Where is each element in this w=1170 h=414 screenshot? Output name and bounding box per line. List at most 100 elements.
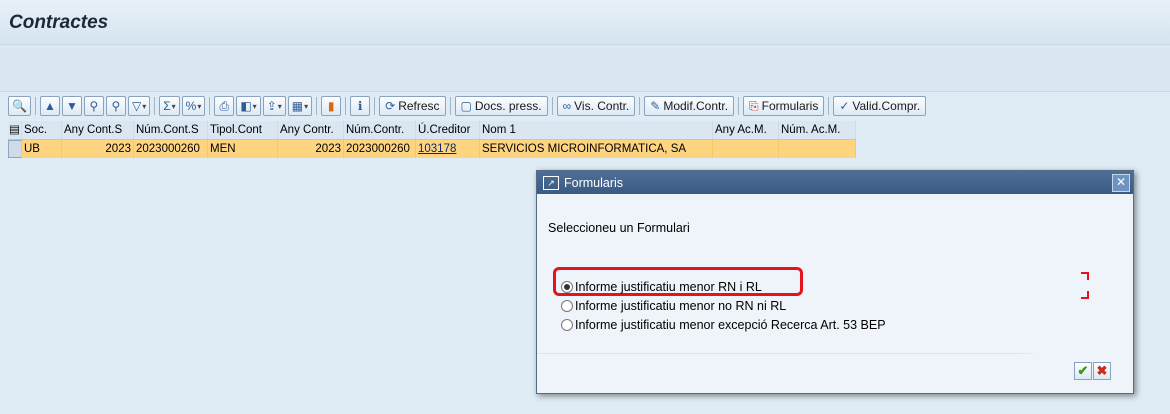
highlight-corner-marker — [1081, 291, 1089, 299]
toolbar-separator — [209, 97, 211, 115]
find-next-button[interactable]: ⚲ — [105, 96, 126, 116]
sort-asc-icon: ▲ — [44, 99, 56, 113]
option-label: Informe justificatiu menor no RN ni RL — [575, 298, 787, 313]
toolbar-separator — [374, 97, 376, 115]
toolbar-separator — [449, 97, 451, 115]
table-cell: 2023000260 — [344, 140, 416, 158]
select-all-icon[interactable]: ▤ — [8, 121, 22, 139]
sort-descending-button[interactable]: ▼ — [61, 96, 82, 116]
pencil-icon: ✎ — [650, 99, 661, 113]
refresh-label: Refresc — [398, 99, 440, 113]
info-button[interactable]: ℹ — [350, 96, 371, 116]
vis-contr-button[interactable]: ∞ Vis. Contr. — [556, 96, 636, 116]
cross-icon: ✖ — [1096, 363, 1108, 378]
form-options: Informe justificatiu menor RN i RL Infor… — [561, 277, 886, 334]
layout-button[interactable]: ▦ — [287, 96, 313, 116]
command-band — [0, 44, 1170, 92]
formularis-button[interactable]: ⎘ Formularis — [743, 96, 825, 116]
check-icon: ✔ — [1077, 363, 1089, 378]
document-icon: ▢ — [460, 99, 472, 113]
column-header[interactable]: Núm. Ac.M. — [779, 121, 856, 139]
grid-header: ▤ Soc. Any Cont.S Núm.Cont.S Tipol.Cont … — [8, 121, 856, 140]
column-header[interactable]: Tipol.Cont — [208, 121, 278, 139]
sum-button[interactable]: Σ — [159, 96, 180, 116]
title-bar: Contractes — [0, 0, 1170, 44]
toolbar-separator — [154, 97, 156, 115]
cancel-button[interactable]: ✖ — [1093, 362, 1111, 380]
modif-contr-button[interactable]: ✎ Modif.Contr. — [644, 96, 735, 116]
column-header[interactable]: Any Contr. — [278, 121, 344, 139]
column-header[interactable]: Any Cont.S — [62, 121, 134, 139]
filter-button[interactable]: ▽ — [127, 96, 151, 116]
alv-toolbar: 🔍 ▲ ▼ ⚲ ⚲ ▽ Σ % ⎙ ◧ ⇪ ▦ ▮ ℹ ⟳Refresc ▢Do… — [8, 94, 928, 118]
dialog-title: Formularis — [564, 175, 624, 190]
print-button[interactable]: ⎙ — [214, 96, 235, 116]
find-button[interactable]: ⚲ — [83, 96, 104, 116]
footer-curve — [537, 353, 1036, 354]
dialog-prompt: Seleccioneu un Formulari — [548, 221, 690, 235]
export-icon: ⇪ — [266, 99, 277, 113]
radio-button[interactable] — [561, 299, 573, 312]
page-title: Contractes — [9, 12, 109, 33]
find-next-icon: ⚲ — [111, 99, 121, 113]
views-button[interactable]: ◧ — [236, 96, 261, 116]
column-header[interactable]: Nom 1 — [480, 121, 713, 139]
docs-press-label: Docs. press. — [474, 99, 542, 113]
radio-button-selected[interactable] — [561, 280, 573, 293]
export-button[interactable]: ⇪ — [262, 96, 286, 116]
table-cell: SERVICIOS MICROINFORMATICA, SA — [480, 140, 713, 158]
row-selector[interactable] — [8, 140, 22, 158]
toolbar-separator — [316, 97, 318, 115]
sort-ascending-button[interactable]: ▲ — [39, 96, 60, 116]
table-cell — [779, 140, 856, 158]
option-label: Informe justificatiu menor RN i RL — [575, 279, 762, 294]
highlight-corner-marker — [1081, 272, 1089, 280]
table-cell — [713, 140, 779, 158]
formularis-label: Formularis — [761, 99, 819, 113]
close-icon[interactable]: ✕ — [1112, 174, 1130, 192]
details-button[interactable]: 🔍 — [8, 96, 31, 116]
radio-button[interactable] — [561, 318, 573, 331]
layout-icon: ▦ — [291, 99, 304, 113]
column-header[interactable]: Any Ac.M. — [713, 121, 779, 139]
option-rn-rl[interactable]: Informe justificatiu menor RN i RL — [561, 277, 886, 296]
toolbar-separator — [738, 97, 740, 115]
views-icon: ◧ — [240, 99, 252, 113]
table-cell: 2023 — [278, 140, 344, 158]
contracts-grid: ▤ Soc. Any Cont.S Núm.Cont.S Tipol.Cont … — [8, 121, 856, 158]
subtotal-button[interactable]: % — [181, 96, 206, 116]
column-header[interactable]: Núm.Cont.S — [134, 121, 208, 139]
toolbar-separator — [34, 97, 36, 115]
magnifier-icon: 🔍 — [12, 99, 27, 113]
toolbar-separator — [639, 97, 641, 115]
table-cell: UB — [22, 140, 62, 158]
filter-icon: ▽ — [131, 99, 142, 113]
valid-compr-label: Valid.Compr. — [852, 99, 921, 113]
column-header[interactable]: Soc. — [22, 121, 62, 139]
valid-compr-button[interactable]: ✓ Valid.Compr. — [833, 96, 927, 116]
option-excepcio-recerca[interactable]: Informe justificatiu menor excepció Rece… — [561, 315, 886, 334]
printer-icon: ⎙ — [219, 98, 230, 113]
column-header[interactable]: Ú.Creditor — [416, 121, 480, 139]
option-no-rn-rl[interactable]: Informe justificatiu menor no RN ni RL — [561, 296, 886, 315]
docs-press-button[interactable]: ▢ Docs. press. — [454, 96, 548, 116]
binoculars-icon: ⚲ — [89, 99, 99, 113]
column-header[interactable]: Núm.Contr. — [344, 121, 416, 139]
table-cell: MEN — [208, 140, 278, 158]
confirm-button[interactable]: ✔ — [1074, 362, 1092, 380]
graphic-button[interactable]: ▮ — [321, 96, 342, 116]
table-cell: 2023 — [62, 140, 134, 158]
option-label: Informe justificatiu menor excepció Rece… — [575, 317, 886, 332]
chart-icon: ▮ — [327, 99, 335, 113]
sum-icon: Σ — [163, 99, 171, 113]
creditor-link-text[interactable]: 103178 — [418, 143, 456, 155]
table-row[interactable]: UB 2023 2023000260 MEN 2023 2023000260 1… — [8, 140, 856, 158]
table-cell: 2023000260 — [134, 140, 208, 158]
subtotal-icon: % — [185, 99, 197, 113]
dialog-footer — [537, 353, 1133, 393]
creditor-link[interactable]: 103178 — [416, 140, 480, 158]
dialog-title-bar: ↗ Formularis ✕ — [537, 171, 1133, 194]
info-icon: ℹ — [357, 99, 363, 113]
refresh-button[interactable]: ⟳ Refresc — [379, 96, 446, 116]
toolbar-separator — [345, 97, 347, 115]
